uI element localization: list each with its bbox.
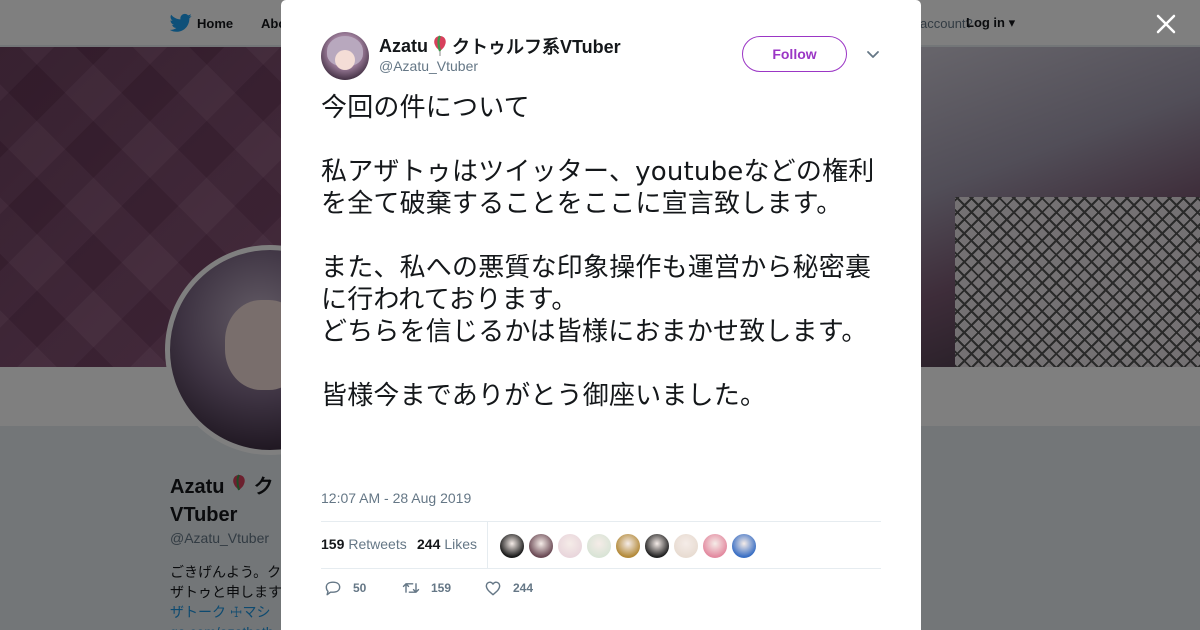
liker-avatar[interactable] [644,533,670,559]
retweets-count: 159 [321,536,345,552]
tweet-timestamp[interactable]: 12:07 AM - 28 Aug 2019 [321,490,471,506]
retweet-count: 159 [431,581,452,595]
author-avatar[interactable] [321,32,369,80]
reply-count: 50 [353,581,367,595]
chevron-down-icon[interactable] [865,48,881,62]
close-icon[interactable] [1154,12,1178,36]
like-button[interactable]: 244 [483,578,533,598]
retweets-stat[interactable]: 159 Retweets [321,536,407,552]
likes-stat[interactable]: 244 Likes [417,536,477,552]
liker-avatar[interactable] [673,533,699,559]
retweet-icon [402,583,420,593]
stats-divider [487,522,488,568]
balloon-emoji-icon [434,35,446,56]
liker-avatar[interactable] [586,533,612,559]
liker-avatar[interactable] [615,533,641,559]
author-name-part: Azatu [379,35,428,56]
reply-icon [325,581,341,596]
retweet-button[interactable]: 159 [401,578,451,598]
author-name-rest: クトゥルフ系VTuber [452,37,621,57]
tweet-text: 今回の件について 私アザトゥはツイッター、youtubeなどの権利を全て破棄する… [321,93,875,411]
likes-label: Likes [444,536,478,552]
tweet-actions: 50 159 244 [321,578,881,602]
likes-count: 244 [417,536,441,552]
heart-icon [485,581,501,596]
author-handle[interactable]: @Azatu_Vtuber [379,58,478,74]
retweets-label: Retweets [348,536,407,552]
liker-avatar[interactable] [499,533,525,559]
liker-avatar[interactable] [528,533,554,559]
liker-avatar[interactable] [557,533,583,559]
like-count: 244 [513,581,534,595]
tweet-stats: 159 Retweets 244 Likes [321,521,881,569]
liker-avatar[interactable] [702,533,728,559]
follow-button[interactable]: Follow [742,36,847,72]
liker-avatars [499,533,760,559]
liker-avatar[interactable] [731,533,757,559]
avatar-face [335,50,355,70]
reply-button[interactable]: 50 [323,578,366,598]
author-name[interactable]: Azatu クトゥルフ系VTuber [379,33,621,59]
tweet-modal: Azatu クトゥルフ系VTuber @Azatu_Vtuber Follow … [281,0,921,630]
